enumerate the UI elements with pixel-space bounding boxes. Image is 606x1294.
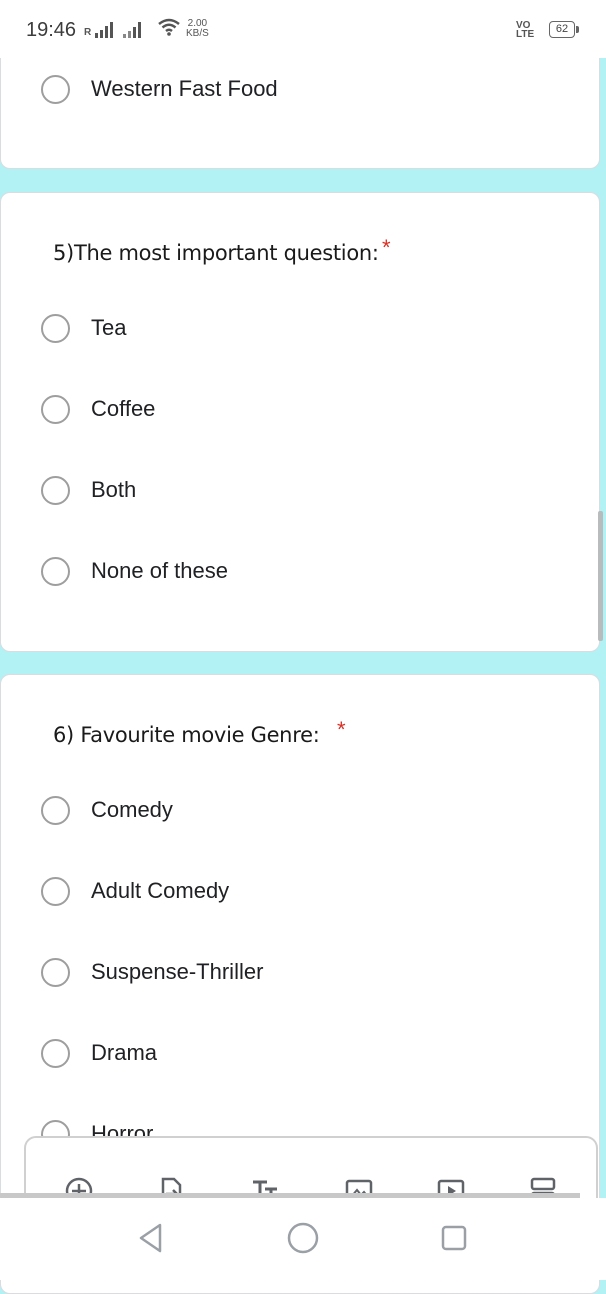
volte-bottom-label: LTE <box>516 29 535 40</box>
scrollbar[interactable] <box>598 511 603 641</box>
network-speed-unit: KB/S <box>186 28 209 39</box>
option-tea[interactable]: Tea <box>41 311 126 345</box>
wifi-icon <box>158 18 180 36</box>
radio-button[interactable] <box>41 876 70 906</box>
recents-icon[interactable] <box>436 1220 472 1256</box>
signal-strength-2-icon <box>123 20 142 38</box>
radio-button[interactable] <box>41 556 70 586</box>
option-label: Drama <box>91 1040 158 1065</box>
status-time: 19:46 <box>26 19 77 41</box>
home-icon[interactable] <box>285 1220 321 1256</box>
option-suspense-thriller[interactable]: Suspense-Thriller <box>41 955 263 989</box>
option-label: Tea <box>91 315 127 340</box>
option-label: Both <box>91 477 137 502</box>
required-asterisk: * <box>382 235 391 260</box>
question-title: 5)The most important question: <box>53 241 379 265</box>
radio-button[interactable] <box>41 394 70 424</box>
option-drama[interactable]: Drama <box>41 1036 157 1070</box>
option-none-of-these[interactable]: None of these <box>41 554 228 588</box>
question-card-5: 5)The most important question: * Tea Cof… <box>0 192 600 652</box>
radio-button[interactable] <box>41 313 70 343</box>
navigation-bar <box>0 1198 606 1280</box>
radio-button[interactable] <box>41 475 70 505</box>
radio-button[interactable] <box>41 74 70 104</box>
option-western-fast-food[interactable]: Western Fast Food <box>41 72 278 106</box>
radio-button[interactable] <box>41 795 70 825</box>
required-asterisk: * <box>337 717 346 742</box>
option-both[interactable]: Both <box>41 473 136 507</box>
option-label: Adult Comedy <box>91 878 230 903</box>
radio-button[interactable] <box>41 1038 70 1068</box>
option-label: None of these <box>91 558 228 583</box>
network-speed: 2.00 KB/S <box>186 19 209 39</box>
signal-icons: R <box>84 20 142 38</box>
status-bar: 19:46 R 2.00 KB/S VO LTE 62 <box>0 0 606 58</box>
option-comedy[interactable]: Comedy <box>41 793 173 827</box>
option-coffee[interactable]: Coffee <box>41 392 155 426</box>
option-label: Suspense-Thriller <box>91 959 264 984</box>
option-label: Coffee <box>91 396 156 421</box>
option-adult-comedy[interactable]: Adult Comedy <box>41 874 229 908</box>
question-title: 6) Favourite movie Genre: <box>53 723 320 747</box>
volte-icon: VO LTE <box>516 21 535 40</box>
option-label: Western Fast Food <box>91 76 278 101</box>
radio-button[interactable] <box>41 957 70 987</box>
option-label: Comedy <box>91 797 173 822</box>
back-icon[interactable] <box>132 1220 168 1256</box>
battery-icon: 62 <box>549 21 579 38</box>
signal-strength-icon: R <box>84 20 114 38</box>
